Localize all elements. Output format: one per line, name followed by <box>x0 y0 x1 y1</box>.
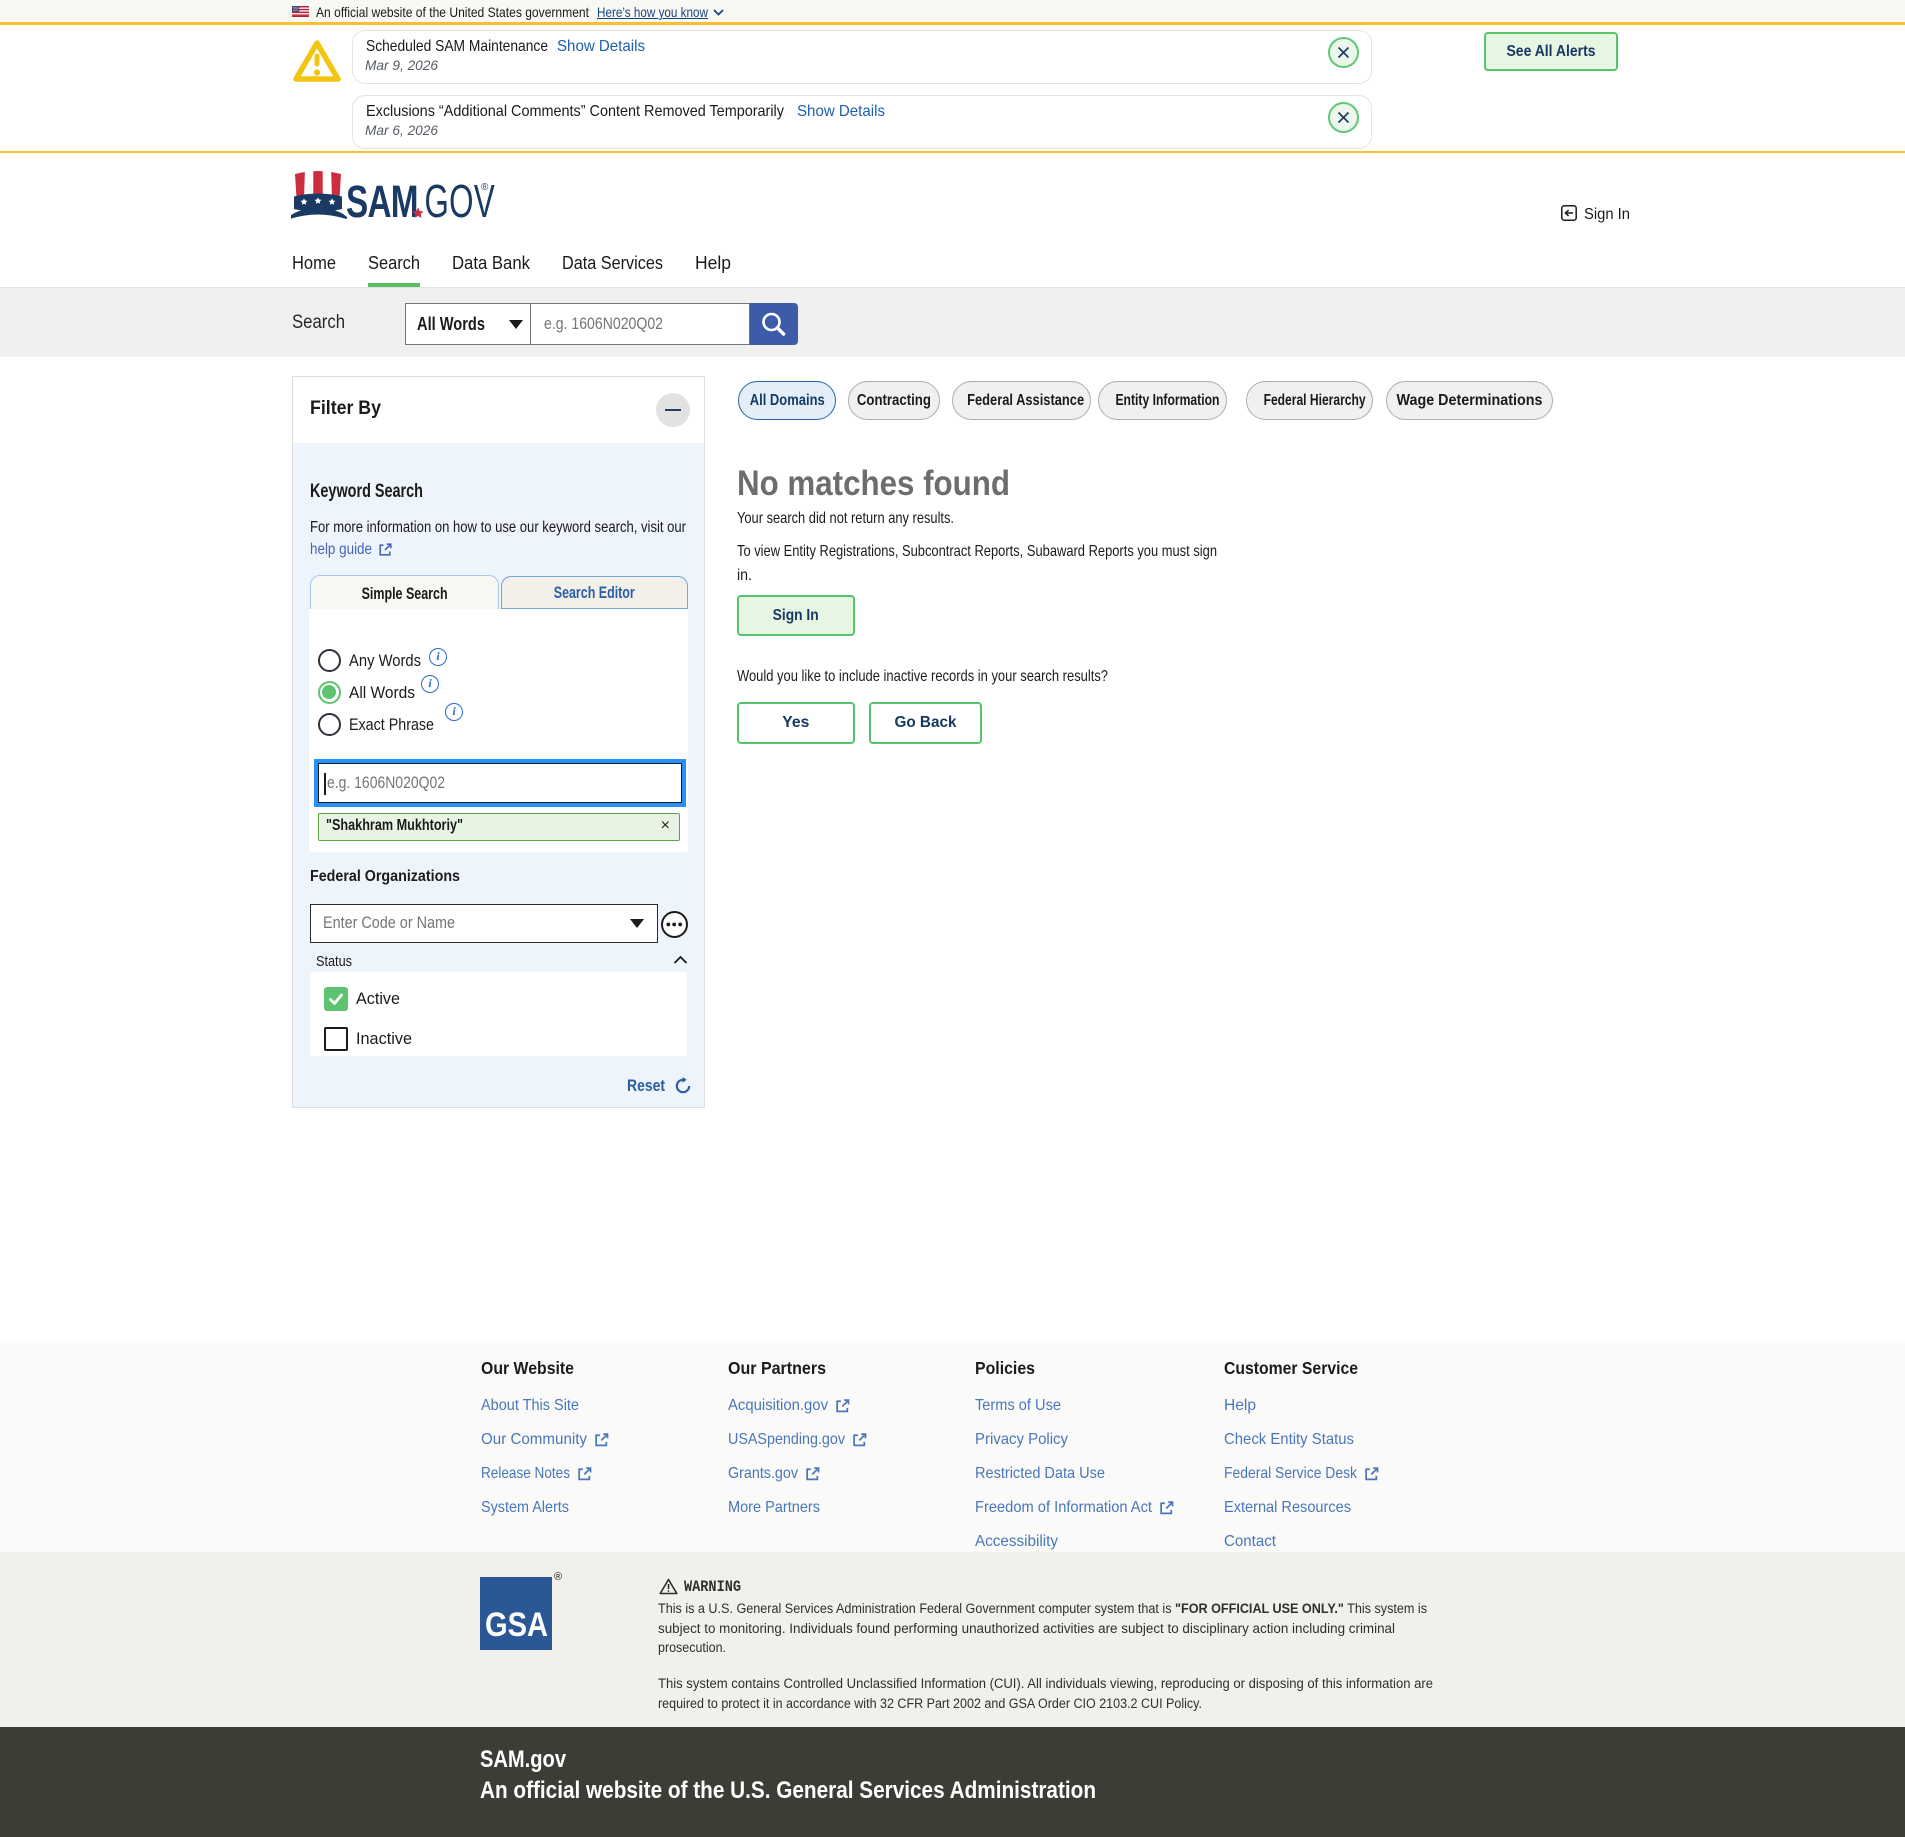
svg-text:SAM: SAM <box>346 177 418 227</box>
svg-text:®: ® <box>481 182 489 193</box>
